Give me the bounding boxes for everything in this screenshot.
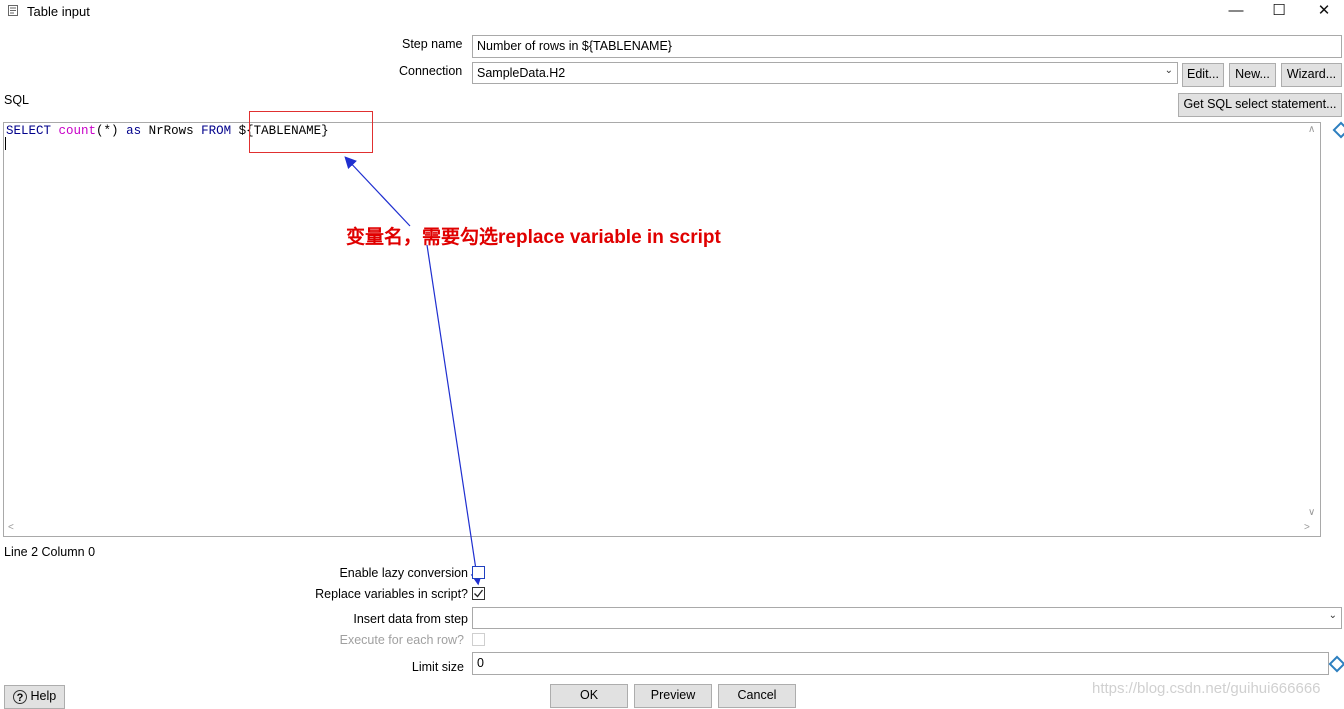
connection-label: Connection [399,64,463,78]
variable-highlight-box [249,111,373,153]
sql-alias: NrRows [148,124,194,138]
get-sql-button[interactable]: Get SQL select statement... [1178,93,1342,117]
chevron-down-icon: ⌄ [1164,65,1173,76]
minimize-button[interactable]: — [1213,0,1259,24]
window-title: Table input [27,4,90,19]
chevron-down-icon: ⌄ [1328,610,1337,621]
insert-data-select[interactable]: ⌄ [472,607,1342,629]
title-bar [0,0,1344,24]
cancel-button[interactable]: Cancel [718,684,796,708]
help-icon: ? [13,689,27,704]
step-name-input[interactable]: Number of rows in ${TABLENAME} [472,35,1342,58]
cursor-position-status: Line 2 Column 0 [4,545,96,559]
replace-variables-label: Replace variables in script? [315,587,468,601]
execute-each-row-label: Execute for each row? [339,633,464,647]
sql-keyword-from: FROM [201,124,232,138]
scroll-left-icon[interactable]: < [8,522,14,533]
limit-size-input[interactable]: 0 [472,652,1329,675]
sql-function-count: count [58,124,97,138]
help-label: Help [30,689,57,703]
scroll-up-icon[interactable]: ∧ [1308,124,1315,135]
insert-data-label: Insert data from step [353,612,468,626]
close-button[interactable]: ✕ [1301,0,1344,24]
limit-size-label: Limit size [411,660,464,674]
variable-diamond-icon [1328,655,1344,673]
wizard-button[interactable]: Wizard... [1281,63,1342,87]
help-button[interactable]: ? Help [4,685,65,709]
maximize-button[interactable]: ☐ [1256,0,1302,24]
sql-keyword-select: SELECT [6,124,52,138]
connection-select[interactable]: SampleData.H2 ⌄ [472,62,1178,84]
annotation-text: 变量名，需要勾选replace variable in script [346,227,721,248]
scroll-right-icon[interactable]: > [1304,522,1310,533]
lazy-conversion-label: Enable lazy conversion [339,566,468,580]
sql-keyword-as: as [126,124,142,138]
sql-editor[interactable] [3,122,1321,537]
scroll-down-icon[interactable]: ∨ [1308,507,1315,518]
text-caret [5,137,6,150]
execute-each-row-checkbox[interactable] [472,633,485,646]
edit-button[interactable]: Edit... [1182,63,1224,87]
step-name-label: Step name [402,37,463,51]
checkmark-icon [474,589,484,598]
sql-label: SQL [4,93,30,107]
replace-variables-checkbox[interactable] [472,587,485,600]
sql-paren: (*) [96,124,119,138]
ok-button[interactable]: OK [550,684,628,708]
lazy-conversion-checkbox[interactable] [472,566,485,579]
variable-diamond-icon [1332,121,1344,139]
watermark-text: https://blog.csdn.net/guihui666666 [1092,680,1321,697]
horizontal-scrollbar[interactable]: < > [4,521,1320,536]
table-input-icon [8,5,18,16]
new-button[interactable]: New... [1229,63,1276,87]
vertical-scrollbar[interactable]: ∧ ∨ [1305,123,1320,521]
connection-value: SampleData.H2 [477,66,566,80]
preview-button[interactable]: Preview [634,684,712,708]
